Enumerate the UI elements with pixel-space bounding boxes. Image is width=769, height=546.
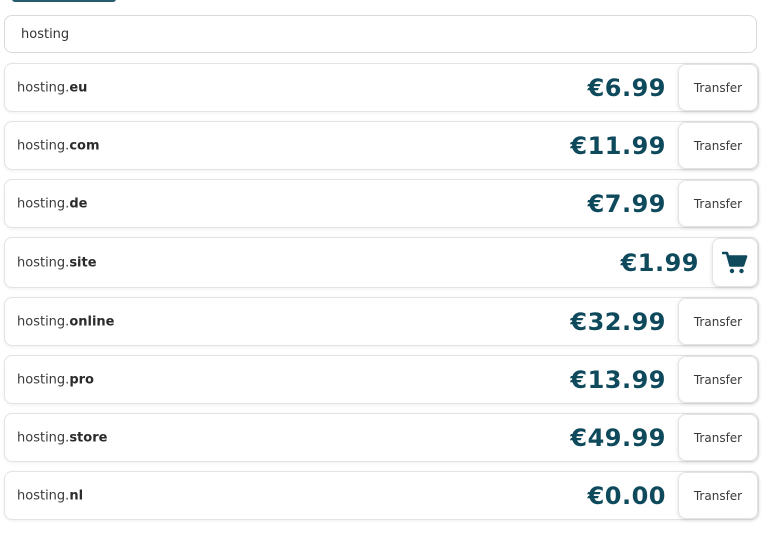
domain-name: hosting.store bbox=[17, 430, 107, 445]
domain-result-row: hosting.eu €6.99 Transfer bbox=[4, 63, 759, 112]
domain-sld: hosting. bbox=[17, 488, 70, 503]
transfer-button[interactable]: Transfer bbox=[678, 356, 758, 403]
domain-price: €1.99 bbox=[620, 248, 699, 277]
domain-sld: hosting. bbox=[17, 80, 70, 95]
page-heading-fragment bbox=[12, 0, 116, 2]
domain-result-row: hosting.store €49.99 Transfer bbox=[4, 413, 759, 462]
domain-result-row: hosting.site €1.99 bbox=[4, 237, 759, 288]
domain-tld: eu bbox=[69, 80, 88, 95]
domain-result-row: hosting.online €32.99 Transfer bbox=[4, 297, 759, 346]
domain-name: hosting.nl bbox=[17, 488, 83, 503]
domain-price: €0.00 bbox=[587, 481, 666, 510]
domain-price: €11.99 bbox=[570, 131, 666, 160]
transfer-button[interactable]: Transfer bbox=[678, 414, 758, 461]
domain-sld: hosting. bbox=[17, 196, 70, 211]
domain-price: €6.99 bbox=[587, 73, 666, 102]
domain-sld: hosting. bbox=[17, 372, 70, 387]
domain-name: hosting.com bbox=[17, 138, 100, 153]
domain-search-box[interactable] bbox=[4, 15, 757, 53]
domain-price: €7.99 bbox=[587, 189, 666, 218]
domain-name: hosting.eu bbox=[17, 80, 87, 95]
transfer-button[interactable]: Transfer bbox=[678, 298, 758, 345]
transfer-button[interactable]: Transfer bbox=[678, 122, 758, 169]
domain-name: hosting.de bbox=[17, 196, 87, 211]
domain-results-list: hosting.eu €6.99 Transfer hosting.com €1… bbox=[4, 63, 759, 529]
domain-sld: hosting. bbox=[17, 314, 70, 329]
domain-price: €13.99 bbox=[570, 365, 666, 394]
domain-price: €49.99 bbox=[570, 423, 666, 452]
domain-tld: de bbox=[69, 196, 88, 211]
domain-result-row: hosting.pro €13.99 Transfer bbox=[4, 355, 759, 404]
domain-result-row: hosting.nl €0.00 Transfer bbox=[4, 471, 759, 520]
domain-sld: hosting. bbox=[17, 255, 70, 270]
domain-search-input[interactable] bbox=[5, 16, 756, 52]
domain-tld: pro bbox=[69, 372, 94, 387]
transfer-button[interactable]: Transfer bbox=[678, 180, 758, 227]
domain-sld: hosting. bbox=[17, 430, 70, 445]
domain-price: €32.99 bbox=[570, 307, 666, 336]
domain-tld: com bbox=[69, 138, 100, 153]
domain-tld: online bbox=[69, 314, 115, 329]
domain-name: hosting.pro bbox=[17, 372, 94, 387]
transfer-button[interactable]: Transfer bbox=[678, 64, 758, 111]
domain-name: hosting.site bbox=[17, 255, 97, 270]
domain-name: hosting.online bbox=[17, 314, 114, 329]
domain-tld: nl bbox=[69, 488, 84, 503]
domain-result-row: hosting.com €11.99 Transfer bbox=[4, 121, 759, 170]
domain-sld: hosting. bbox=[17, 138, 70, 153]
transfer-button[interactable]: Transfer bbox=[678, 472, 758, 519]
domain-result-row: hosting.de €7.99 Transfer bbox=[4, 179, 759, 228]
add-to-cart-button[interactable] bbox=[712, 238, 758, 287]
domain-tld: site bbox=[69, 255, 97, 270]
shopping-cart-icon bbox=[722, 251, 748, 273]
domain-tld: store bbox=[69, 430, 108, 445]
